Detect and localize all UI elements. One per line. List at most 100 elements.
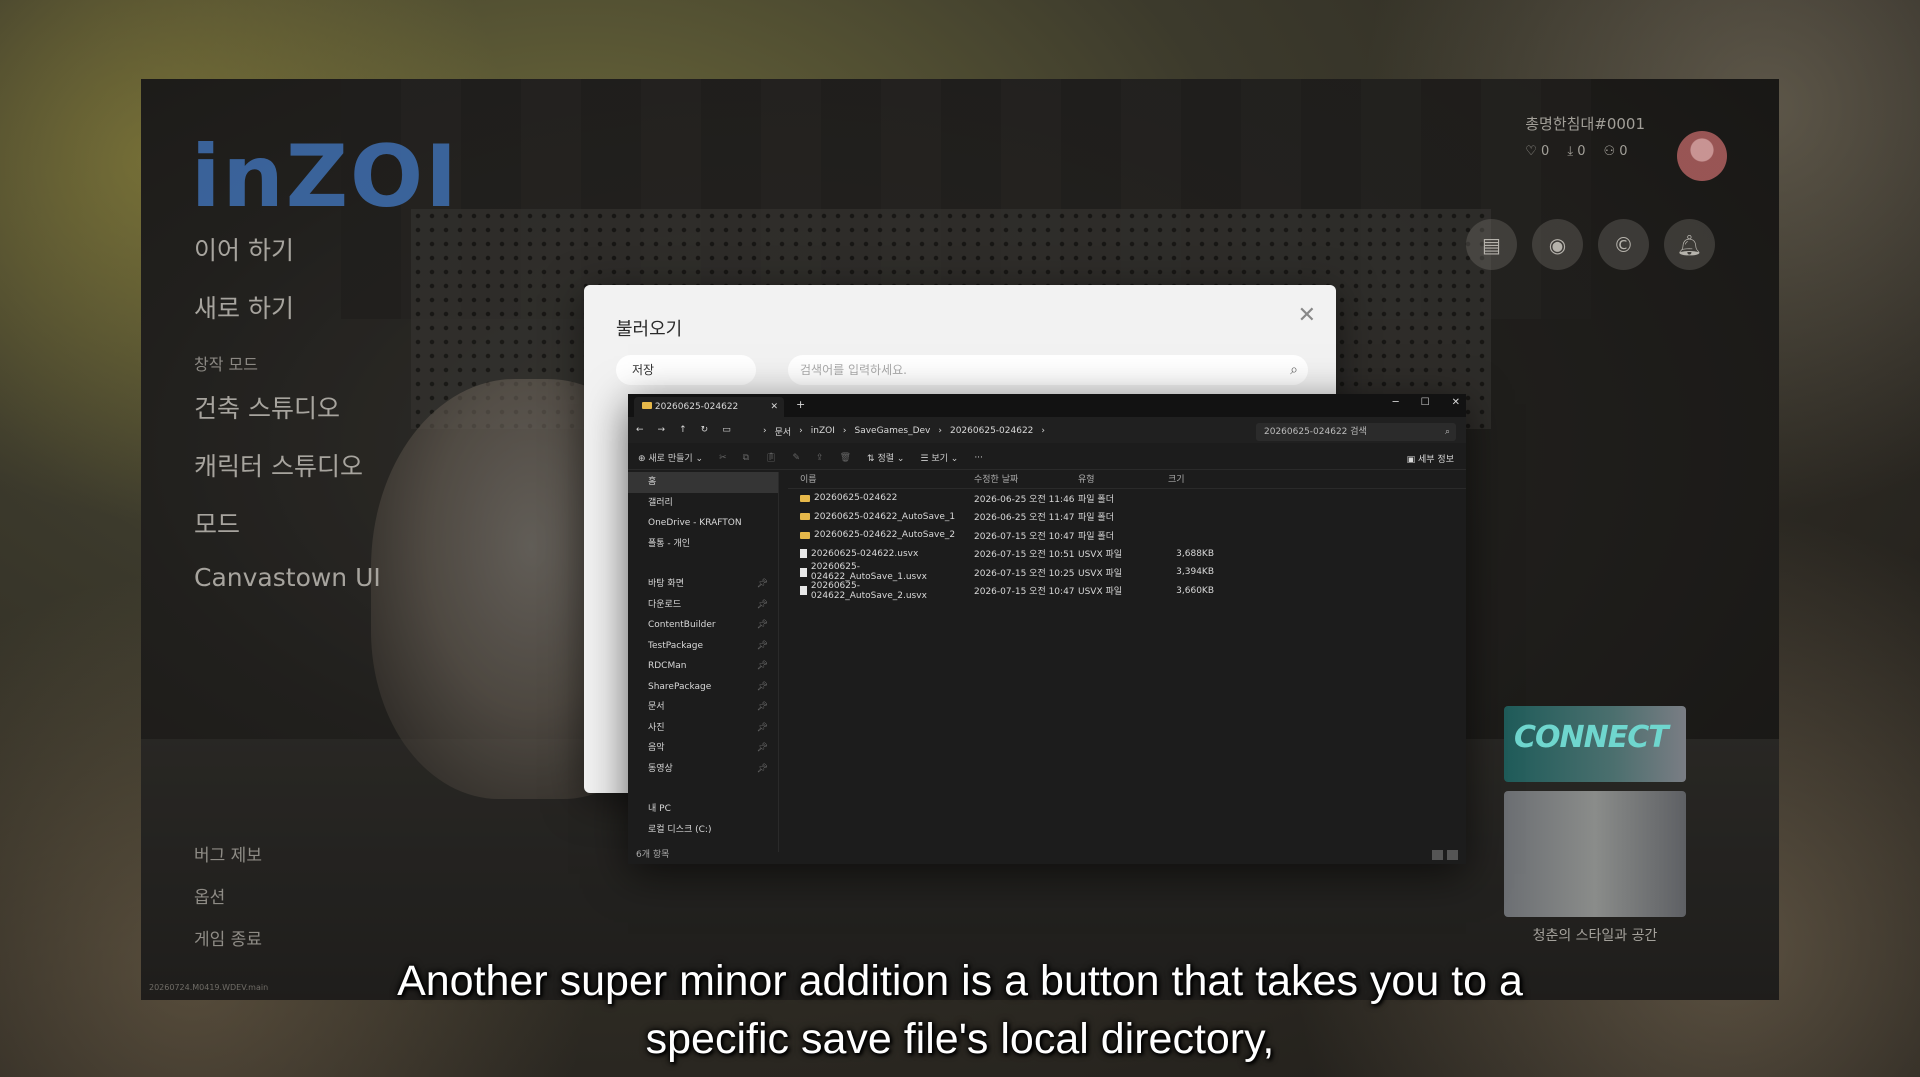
folder-icon bbox=[800, 531, 810, 539]
column-size[interactable]: 크기 bbox=[1168, 472, 1214, 488]
promo-banner-connect[interactable]: CONNECT bbox=[1504, 706, 1686, 782]
breadcrumb-item[interactable]: 20260625-024622 bbox=[950, 426, 1033, 436]
details-view-icon[interactable] bbox=[1432, 850, 1443, 860]
explorer-tab[interactable]: 20260625-024622 ✕ bbox=[634, 397, 784, 417]
menu-options[interactable]: 옵션 bbox=[194, 883, 262, 908]
new-button[interactable]: ⊕ 새로 만들기 ⌄ bbox=[638, 451, 703, 464]
likes-stat: ♡ 0 bbox=[1525, 144, 1549, 159]
column-name[interactable]: 이름 bbox=[788, 472, 974, 488]
column-type[interactable]: 유형 bbox=[1078, 472, 1168, 488]
menu-character-studio[interactable]: 캐릭터 스튜디오 bbox=[194, 447, 381, 483]
tab-close-icon[interactable]: ✕ bbox=[770, 397, 778, 417]
sidebar-item[interactable]: 다운로드 📌︎ bbox=[628, 595, 778, 616]
maximize-icon[interactable]: ☐ bbox=[1421, 397, 1430, 408]
creator-button[interactable]: © bbox=[1598, 219, 1649, 270]
sidebar-item[interactable]: OneDrive - KRAFTON bbox=[628, 513, 778, 534]
avatar[interactable] bbox=[1677, 131, 1727, 181]
followers-stat: ⚇ 0 bbox=[1604, 144, 1628, 159]
menu-mods[interactable]: 모드 bbox=[194, 505, 381, 541]
column-date[interactable]: 수정한 날짜 bbox=[974, 472, 1078, 488]
file-explorer-window: 20260625-024622 ✕ + ─ ☐ ✕ ← → ↑ ↻ ▭ › 문서… bbox=[628, 394, 1466, 864]
file-row[interactable]: 20260625-024622.usvx 2026-07-15 오전 10:51 U… bbox=[788, 545, 1466, 564]
delete-icon[interactable]: 🗑︎ bbox=[840, 453, 851, 463]
sidebar-item[interactable]: TestPackage 📌︎ bbox=[628, 636, 778, 657]
more-button[interactable]: ··· bbox=[974, 453, 983, 463]
sidebar-item[interactable]: 바탕 화면 📌︎ bbox=[628, 574, 778, 595]
sidebar-item[interactable]: 동영상 📌︎ bbox=[628, 759, 778, 780]
sidebar-item[interactable]: ContentBuilder 📌︎ bbox=[628, 615, 778, 636]
sidebar-item[interactable]: RDCMan 📌︎ bbox=[628, 656, 778, 677]
new-tab-icon[interactable]: + bbox=[796, 398, 805, 411]
file-row[interactable]: 20260625-024622_AutoSave_1.usvx 2026-07-1… bbox=[788, 562, 1466, 582]
menu-quit[interactable]: 게임 종료 bbox=[194, 925, 262, 950]
minimize-icon[interactable]: ─ bbox=[1393, 397, 1399, 408]
pin-icon[interactable]: 📌︎ bbox=[757, 636, 768, 657]
menu-canvastown[interactable]: Canvastown UI bbox=[194, 563, 381, 592]
breadcrumb-item[interactable]: 문서 bbox=[775, 425, 792, 438]
news-button[interactable]: ▤ bbox=[1466, 219, 1517, 270]
back-icon[interactable]: ← bbox=[636, 425, 644, 435]
pin-icon[interactable]: 📌︎ bbox=[757, 615, 768, 636]
up-icon[interactable]: ↑ bbox=[679, 425, 687, 435]
view-button[interactable]: ☰ 보기 ⌄ bbox=[920, 451, 958, 464]
sidebar-item[interactable]: 홈 bbox=[628, 472, 778, 493]
pin-icon[interactable]: 📌︎ bbox=[757, 677, 768, 698]
file-row[interactable]: 20260625-024622 2026-06-25 오전 11:46 파일 폴더 bbox=[788, 489, 1466, 508]
search-icon[interactable]: ⌕ bbox=[1290, 355, 1298, 385]
sidebar-item[interactable]: 로컬 디스크 (C:) bbox=[628, 820, 778, 841]
monitor-icon[interactable]: ▭ bbox=[722, 425, 731, 435]
rename-icon[interactable]: ✎ bbox=[793, 453, 801, 463]
details-button[interactable]: ▣ 세부 정보 bbox=[1407, 452, 1454, 465]
refresh-icon[interactable]: ↻ bbox=[701, 425, 709, 435]
pin-icon[interactable]: 📌︎ bbox=[757, 718, 768, 739]
file-row[interactable]: 20260625-024622_AutoSave_2.usvx 2026-07-1… bbox=[788, 581, 1466, 601]
sort-button[interactable]: ⇅ 정렬 ⌄ bbox=[867, 451, 904, 464]
file-row[interactable]: 20260625-024622_AutoSave_1 2026-06-25 오전 … bbox=[788, 508, 1466, 527]
pin-icon[interactable]: 📌︎ bbox=[757, 759, 768, 780]
menu-build-studio[interactable]: 건축 스튜디오 bbox=[194, 389, 381, 425]
discord-button[interactable]: ◉ bbox=[1532, 219, 1583, 270]
paste-icon[interactable]: 📋︎ bbox=[765, 453, 776, 463]
close-icon[interactable]: ✕ bbox=[1298, 303, 1316, 328]
sidebar-item[interactable]: 사진 📌︎ bbox=[628, 718, 778, 739]
breadcrumb-item[interactable]: SaveGames_Dev bbox=[855, 426, 931, 436]
sidebar-item[interactable]: 내 PC bbox=[628, 799, 778, 820]
file-name-cell: 20260625-024622_AutoSave_2 bbox=[788, 530, 974, 540]
sidebar-item[interactable]: 갤러리 bbox=[628, 493, 778, 514]
tab-saves[interactable]: 저장 bbox=[616, 355, 756, 385]
sidebar-item[interactable]: SharePackage 📌︎ bbox=[628, 677, 778, 698]
sidebar-item[interactable]: 폴통 - 개인 bbox=[628, 534, 778, 555]
breadcrumb-item[interactable]: inZOI bbox=[811, 426, 835, 436]
pin-icon[interactable]: 📌︎ bbox=[757, 595, 768, 616]
file-date: 2026-07-15 오전 10:25 bbox=[974, 568, 1075, 579]
explorer-search-placeholder: 20260625-024622 검색 bbox=[1264, 427, 1367, 437]
file-date: 2026-06-25 오전 11:47 bbox=[974, 513, 1075, 524]
sidebar-item[interactable]: 문서 📌︎ bbox=[628, 697, 778, 718]
pin-icon[interactable]: 📌︎ bbox=[757, 574, 768, 595]
menu-bug-report[interactable]: 버그 제보 bbox=[194, 841, 262, 866]
forward-icon[interactable]: → bbox=[658, 425, 666, 435]
tiles-view-icon[interactable] bbox=[1447, 850, 1458, 860]
cut-icon[interactable]: ✂ bbox=[719, 453, 727, 463]
pin-icon[interactable]: 📌︎ bbox=[757, 738, 768, 759]
breadcrumb[interactable]: › 문서 › inZOI › SaveGames_Dev › 20260625-… bbox=[763, 421, 1143, 441]
explorer-search-input[interactable]: 20260625-024622 검색 ⌕ bbox=[1256, 423, 1456, 441]
main-menu: 이어 하기 새로 하기 창작 모드 건축 스튜디오 캐릭터 스튜디오 모드 Ca… bbox=[194, 231, 381, 614]
menu-new-game[interactable]: 새로 하기 bbox=[194, 289, 381, 325]
sidebar-item[interactable]: 음악 📌︎ bbox=[628, 738, 778, 759]
menu-continue[interactable]: 이어 하기 bbox=[194, 231, 381, 267]
pin-icon[interactable]: 📌︎ bbox=[757, 656, 768, 677]
file-type: 파일 폴더 bbox=[1078, 513, 1114, 524]
notification-button[interactable]: 🔔︎ bbox=[1664, 219, 1715, 270]
users-icon: ⚇ bbox=[1603, 144, 1616, 159]
dialog-search-input[interactable]: 검색어를 입력하세요. ⌕ bbox=[788, 355, 1308, 385]
sidebar-item-label: 바탕 화면 bbox=[648, 579, 684, 589]
window-close-icon[interactable]: ✕ bbox=[1452, 397, 1460, 408]
sidebar-item-label: ContentBuilder bbox=[648, 620, 716, 630]
file-date: 2026-07-15 오전 10:47 bbox=[974, 531, 1075, 542]
share-icon[interactable]: ⇪ bbox=[816, 453, 824, 463]
promo-banner-image[interactable] bbox=[1504, 791, 1686, 917]
copy-icon[interactable]: ⧉ bbox=[743, 453, 749, 463]
pin-icon[interactable]: 📌︎ bbox=[757, 697, 768, 718]
file-row[interactable]: 20260625-024622_AutoSave_2 2026-07-15 오전 … bbox=[788, 526, 1466, 545]
